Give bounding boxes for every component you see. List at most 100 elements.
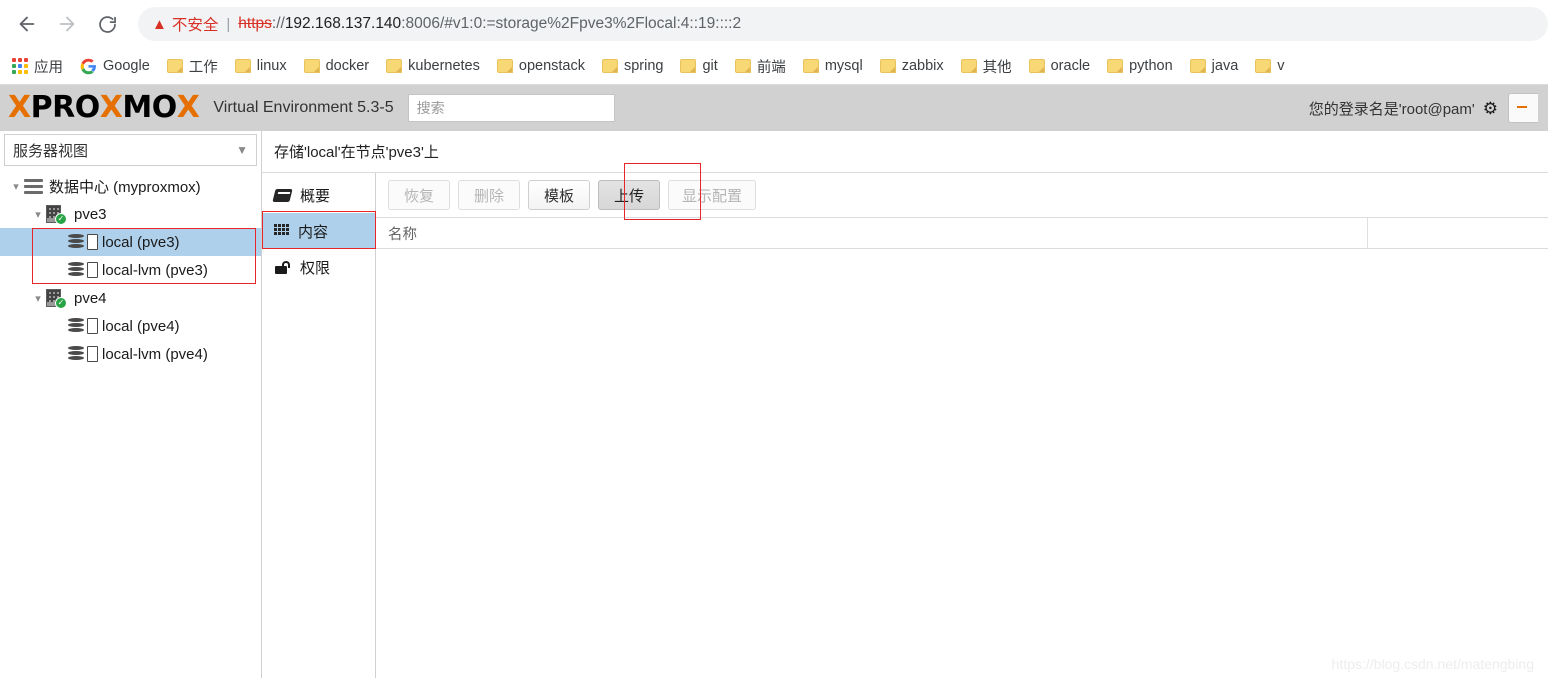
user-area: 您的登录名是'root@pam' ⚙ [1309,93,1538,123]
bookmark-folder-qita[interactable]: 其他 [960,52,1020,80]
folder-icon [496,59,513,73]
storage-icon [68,317,100,335]
storage-icon [68,345,100,363]
folder-icon [1028,59,1045,73]
url-host: 192.168.137.140 [284,15,402,32]
bookmark-label: git [702,58,718,74]
bookmark-label: v [1277,58,1285,74]
tree-item-label: local-lvm (pve3) [102,261,208,279]
bookmark-folder-oracle[interactable]: oracle [1028,52,1099,80]
folder-icon [1189,59,1206,73]
bookmark-label: Google [103,58,150,74]
tree-item-label: local (pve3) [102,233,180,251]
tree-item-local-lvm-pve4[interactable]: local-lvm (pve4) [0,340,261,368]
template-button[interactable]: 模板 [528,180,590,210]
bookmark-label: docker [325,58,370,74]
logo-x3: X [176,90,200,125]
apps-grid-icon [12,58,28,74]
view-selector-dropdown[interactable]: 服务器视图 ▼ [4,134,257,166]
bookmark-label: spring [623,58,664,74]
chevron-down-icon: ▼ [236,143,248,157]
reload-button[interactable] [90,7,124,41]
storage-icon [68,261,100,279]
tree-item-local-pve4[interactable]: local (pve4) [0,312,261,340]
logo-pro: PRO [30,90,101,125]
tab-permissions[interactable]: 权限 [262,249,375,285]
watermark-text: https://blog.csdn.net/matengbing [1331,656,1534,672]
grid-header-row: 名称 [376,217,1548,249]
bookmark-google[interactable]: Google [80,52,158,80]
show-configuration-button[interactable]: 显示配置 [668,180,757,210]
bookmark-folder-mysql[interactable]: mysql [802,52,871,80]
folder-icon [734,59,751,73]
bookmark-folder-overflow[interactable]: v [1255,52,1292,80]
content-pane: 存储'local'在节点'pve3'上 概要 内容 权限 恢复 删除 模板 上传… [262,131,1548,678]
forward-button[interactable] [50,7,84,41]
bookmark-folder-linux[interactable]: linux [234,52,295,80]
logo-x1: X [8,90,31,125]
bookmark-folder-spring[interactable]: spring [601,52,672,80]
node-online-icon: ✓ [46,205,67,225]
bookmark-folder-gongzuo[interactable]: 工作 [166,52,226,80]
tree-item-datacenter[interactable]: ▾ 数据中心 (myproxmox) [0,172,261,200]
book-icon [272,188,293,202]
tab-summary[interactable]: 概要 [262,177,375,213]
folder-icon [386,59,403,73]
expand-toggle-icon[interactable]: ▾ [8,180,24,193]
resource-tree: ▾ 数据中心 (myproxmox) ▾ ✓ pve3 local (pve3)… [0,166,261,678]
folder-icon [166,59,183,73]
toolbar-overflow-button[interactable] [1508,93,1538,123]
tabs-pane: 概要 内容 权限 [262,173,376,678]
warning-triangle-icon: ▲ [152,15,167,33]
folder-icon [1255,59,1272,73]
pve-body: 服务器视图 ▼ ▾ 数据中心 (myproxmox) ▾ ✓ pve3 loca… [0,131,1548,678]
tab-label: 权限 [300,259,331,277]
folder-icon [680,59,697,73]
bookmark-folder-docker[interactable]: docker [303,52,378,80]
grid-pane: 恢复 删除 模板 上传 显示配置 名称 https://blog.csdn.ne… [376,163,1548,678]
grid-column-header-extra[interactable] [1368,218,1548,248]
logo-mo: MO [122,90,177,125]
tree-item-local-pve3[interactable]: local (pve3) [0,228,261,256]
delete-button[interactable]: 删除 [458,180,520,210]
bookmarks-bar: 应用 Google 工作 linux docker kubernetes ope… [0,48,1548,85]
expand-toggle-icon[interactable]: ▾ [30,292,46,305]
folder-icon [1107,59,1124,73]
tree-item-pve4[interactable]: ▾ ✓ pve4 [0,284,261,312]
gear-icon[interactable]: ⚙ [1483,100,1498,117]
folder-icon [879,59,896,73]
bookmark-apps[interactable]: 应用 [12,52,71,80]
bookmark-label: kubernetes [408,58,480,74]
bookmark-label: 其他 [982,59,1012,76]
folder-icon [802,59,819,73]
url-scheme-suffix: :// [271,15,285,32]
folder-icon [601,59,618,73]
upload-button[interactable]: 上传 [598,180,660,210]
browser-nav-bar: ▲ 不安全 | https://192.168.137.140:8006/#v1… [0,0,1548,48]
tree-item-pve3[interactable]: ▾ ✓ pve3 [0,200,261,228]
bookmark-folder-qianduan[interactable]: 前端 [734,52,794,80]
bookmark-folder-zabbix[interactable]: zabbix [879,52,952,80]
search-input[interactable] [407,94,615,122]
tab-content[interactable]: 内容 [262,213,375,249]
logo-x2: X [99,90,123,125]
grid-column-header-name[interactable]: 名称 [376,218,1368,248]
tree-item-label: local-lvm (pve4) [102,345,208,363]
bookmark-folder-openstack[interactable]: openstack [496,52,593,80]
address-bar[interactable]: ▲ 不安全 | https://192.168.137.140:8006/#v1… [138,7,1548,41]
bookmark-folder-python[interactable]: python [1107,52,1181,80]
restore-button[interactable]: 恢复 [388,180,450,210]
bookmark-label: 应用 [34,59,63,76]
tree-item-local-lvm-pve3[interactable]: local-lvm (pve3) [0,256,261,284]
bookmark-folder-java[interactable]: java [1189,52,1247,80]
expand-toggle-icon[interactable]: ▾ [30,208,46,221]
grid-body: https://blog.csdn.net/matengbing [376,249,1548,678]
back-button[interactable] [10,7,44,41]
bookmark-label: 前端 [756,59,786,76]
bookmark-folder-git[interactable]: git [680,52,725,80]
bookmark-folder-kubernetes[interactable]: kubernetes [386,52,488,80]
folder-icon [960,59,977,73]
proxmox-logo: X PRO X MO X [8,90,200,125]
pve-header: XPROXMOX Virtual Environment 5.3-5 您的登录名… [0,85,1548,131]
content-main: 概要 内容 权限 恢复 删除 模板 上传 显示配置 名称 https://blo… [262,163,1548,678]
